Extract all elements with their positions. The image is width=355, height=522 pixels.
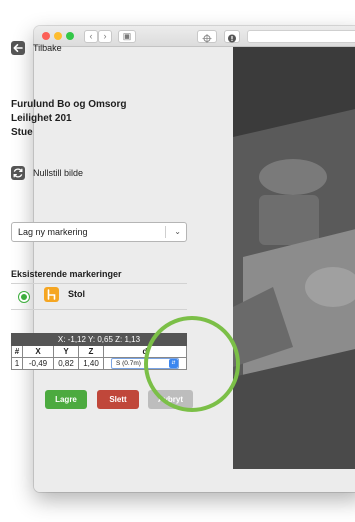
save-button[interactable]: Lagre [45, 390, 87, 409]
cell-d: S (0.7m) ⇵ [103, 357, 187, 370]
location-apartment: Leilighet 201 [11, 113, 72, 124]
radio-selected-dot [21, 294, 27, 300]
col-index: # [11, 345, 23, 358]
address-bar[interactable] [247, 30, 355, 43]
sidebar-toggle-icon[interactable]: ▣ [118, 30, 136, 43]
existing-markings-title: Eksisterende markeringer [11, 269, 122, 279]
select-divider [165, 226, 166, 238]
refresh-icon [13, 168, 23, 178]
delete-button[interactable]: Slett [97, 390, 139, 409]
coordinates-table: X: -1,12 Y: 0,65 Z: 1,13 # X Y Z d 1 -0,… [11, 333, 187, 370]
select-arrows-icon: ⇵ [169, 359, 178, 368]
divider [11, 283, 187, 284]
camera-image-view[interactable] [233, 47, 355, 469]
cell-x: -0,49 [22, 357, 54, 370]
reset-image-label[interactable]: Nullstill bilde [33, 166, 83, 180]
table-row: 1 -0,49 0,82 1,40 S (0.7m) ⇵ [11, 357, 187, 370]
back-button[interactable] [11, 41, 25, 55]
reset-image-button[interactable] [11, 166, 25, 180]
location-facility: Furulund Bo og Omsorg [11, 99, 127, 110]
arrow-left-icon [13, 44, 23, 52]
col-z: Z [78, 345, 104, 358]
chevron-down-icon: ⌄ [174, 227, 181, 236]
cell-index: 1 [11, 357, 23, 370]
browser-forward-button[interactable]: › [98, 30, 112, 43]
room-photo [233, 47, 355, 469]
viewer-footer [233, 469, 355, 492]
col-y: Y [53, 345, 79, 358]
minimize-window-button[interactable] [54, 32, 62, 40]
browser-back-button[interactable]: ‹ [84, 30, 98, 43]
cancel-button[interactable]: Avbryt [148, 390, 193, 409]
marking-label-stol[interactable]: Stol [68, 288, 85, 301]
info-icon[interactable] [224, 30, 240, 43]
chair-icon [44, 287, 59, 302]
extension-icon[interactable] [197, 30, 217, 43]
marking-select[interactable]: Lag ny markering ⌄ [11, 222, 187, 242]
col-x: X [22, 345, 54, 358]
title-bar: ‹ › ▣ [34, 26, 355, 47]
cell-y: 0,82 [53, 357, 79, 370]
marking-radio-stol[interactable] [18, 291, 30, 303]
col-d: d [103, 345, 187, 358]
location-room: Stue [11, 127, 33, 138]
maximize-window-button[interactable] [66, 32, 74, 40]
browser-window: ‹ › ▣ [34, 26, 355, 492]
cursor-coordinates: X: -1,12 Y: 0,65 Z: 1,13 [11, 333, 187, 346]
distance-select-value: S (0.7m) [116, 360, 141, 367]
cell-z: 1,40 [78, 357, 104, 370]
divider [11, 309, 187, 310]
distance-select[interactable]: S (0.7m) ⇵ [111, 358, 179, 369]
marking-select-value: Lag ny markering [18, 227, 88, 237]
close-window-button[interactable] [42, 32, 50, 40]
back-label[interactable]: Tilbake [33, 41, 62, 55]
